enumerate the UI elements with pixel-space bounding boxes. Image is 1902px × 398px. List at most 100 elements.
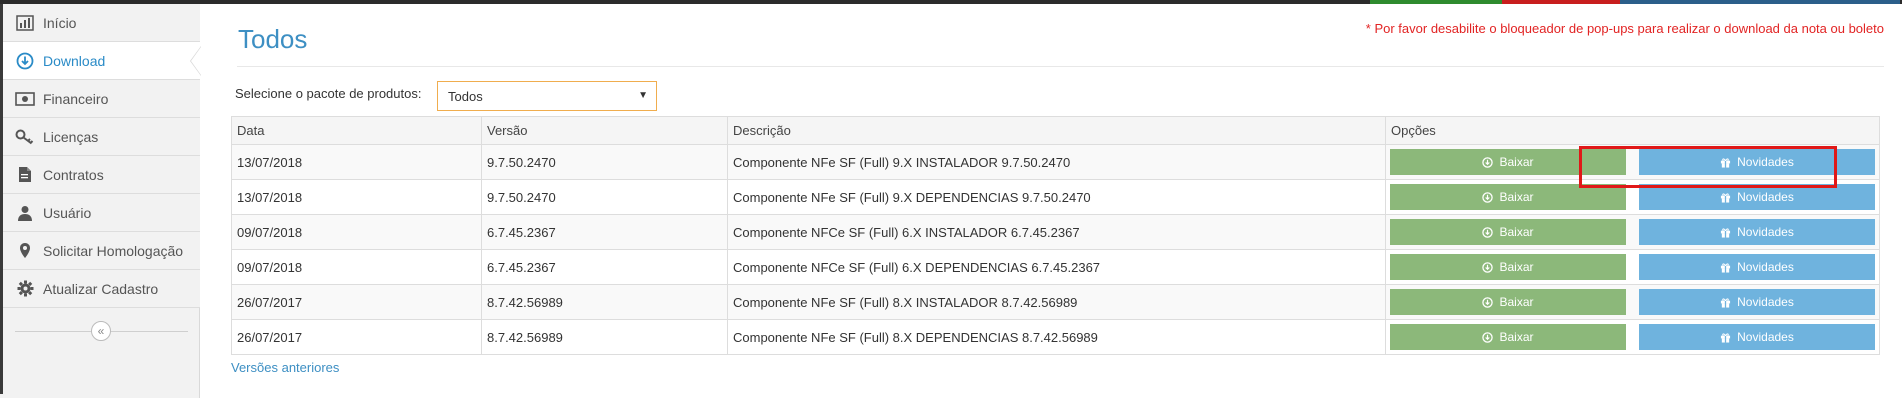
cell-data: 13/07/2018 [231,144,482,180]
gift-icon [1720,227,1731,238]
table-header-row: Data Versão Descrição Opções [231,116,1880,145]
table-row: 26/07/2017 8.7.42.56989 Componente NFe S… [231,284,1880,320]
novidades-button[interactable]: Novidades [1639,219,1875,245]
novidades-label: Novidades [1737,295,1794,309]
novidades-button[interactable]: Novidades [1639,289,1875,315]
gift-icon [1720,332,1731,343]
cell-opcoes: Baixar Novidades [1385,319,1880,355]
active-pointer-fill [191,47,201,75]
table-row: 13/07/2018 9.7.50.2470 Componente NFe SF… [231,179,1880,215]
sidebar-item-contratos[interactable]: Contratos [3,156,200,194]
cell-data: 09/07/2018 [231,249,482,285]
cell-descricao: Componente NFCe SF (Full) 6.X INSTALADOR… [727,214,1386,250]
baixar-button[interactable]: Baixar [1390,324,1626,350]
novidades-label: Novidades [1737,260,1794,274]
cell-versao: 9.7.50.2470 [481,179,728,215]
sidebar-collapse-row: « [3,316,200,348]
novidades-label: Novidades [1737,330,1794,344]
cell-versao: 6.7.45.2367 [481,249,728,285]
header-data: Data [231,116,482,145]
novidades-label: Novidades [1737,155,1794,169]
download-circle-icon [1482,156,1494,168]
sidebar: Início Download Financeiro Licenças Cont… [0,4,201,398]
cell-data: 26/07/2017 [231,319,482,355]
table-row: 26/07/2017 8.7.42.56989 Componente NFe S… [231,319,1880,355]
popup-warning: * Por favor desabilite o bloqueador de p… [1365,21,1884,36]
sidebar-item-financeiro[interactable]: Financeiro [3,80,200,118]
baixar-label: Baixar [1499,225,1534,239]
header-descricao: Descrição [727,116,1386,145]
table-row: 13/07/2018 9.7.50.2470 Componente NFe SF… [231,144,1880,180]
baixar-button[interactable]: Baixar [1390,289,1626,315]
cell-versao: 9.7.50.2470 [481,144,728,180]
cell-versao: 6.7.45.2367 [481,214,728,250]
novidades-button[interactable]: Novidades [1639,149,1875,175]
older-versions-link[interactable]: Versões anteriores [231,360,339,375]
baixar-label: Baixar [1499,155,1534,169]
sidebar-item-inicio[interactable]: Início [3,4,200,42]
cell-opcoes: Baixar Novidades [1385,144,1880,180]
sidebar-item-download[interactable]: Download [3,42,201,80]
document-icon [13,163,37,187]
key-icon [13,125,37,149]
cell-versao: 8.7.42.56989 [481,319,728,355]
cell-data: 09/07/2018 [231,214,482,250]
sidebar-item-label: Contratos [43,166,104,183]
sidebar-item-licencas[interactable]: Licenças [3,118,200,156]
cell-opcoes: Baixar Novidades [1385,249,1880,285]
header-opcoes: Opções [1385,116,1880,145]
baixar-button[interactable]: Baixar [1390,219,1626,245]
baixar-label: Baixar [1499,260,1534,274]
baixar-button[interactable]: Baixar [1390,149,1626,175]
sidebar-item-label: Início [43,14,77,31]
gift-icon [1720,297,1731,308]
cell-descricao: Componente NFe SF (Full) 8.X DEPENDENCIA… [727,319,1386,355]
gift-icon [1720,262,1731,273]
baixar-button[interactable]: Baixar [1390,254,1626,280]
map-marker-icon [13,239,37,263]
novidades-button[interactable]: Novidades [1639,184,1875,210]
sidebar-item-label: Solicitar Homologação [43,242,184,259]
novidades-button[interactable]: Novidades [1639,324,1875,350]
baixar-button[interactable]: Baixar [1390,184,1626,210]
cell-opcoes: Baixar Novidades [1385,179,1880,215]
divider [237,66,1884,67]
package-selected-value: Todos [448,88,483,104]
sidebar-item-label: Licenças [43,128,99,145]
sidebar-item-label: Financeiro [43,90,109,107]
download-circle-icon [1482,261,1494,273]
gear-icon [13,277,37,301]
novidades-label: Novidades [1737,190,1794,204]
download-circle-icon [1482,226,1494,238]
cell-data: 13/07/2018 [231,179,482,215]
sidebar-item-label: Download [43,52,106,69]
cell-descricao: Componente NFCe SF (Full) 6.X DEPENDENCI… [727,249,1386,285]
bar-chart-icon [13,11,37,35]
cell-opcoes: Baixar Novidades [1385,284,1880,320]
baixar-label: Baixar [1499,190,1534,204]
table-row: 09/07/2018 6.7.45.2367 Componente NFCe S… [231,214,1880,250]
cell-data: 26/07/2017 [231,284,482,320]
gift-icon [1720,157,1731,168]
cell-opcoes: Baixar Novidades [1385,214,1880,250]
cell-descricao: Componente NFe SF (Full) 9.X INSTALADOR … [727,144,1386,180]
novidades-button[interactable]: Novidades [1639,254,1875,280]
package-label: Selecione o pacote de produtos: [235,86,422,101]
download-circle-icon [1482,331,1494,343]
download-icon [13,49,37,73]
page-title: Todos [238,24,308,54]
main-content: Todos * Por favor desabilite o bloqueado… [201,4,1902,398]
gift-icon [1720,192,1731,203]
sidebar-item-label: Atualizar Cadastro [43,280,159,297]
cell-descricao: Componente NFe SF (Full) 8.X INSTALADOR … [727,284,1386,320]
sidebar-item-solicitar-homologacao[interactable]: Solicitar Homologação [3,232,200,270]
sidebar-item-usuario[interactable]: Usuário [3,194,200,232]
novidades-label: Novidades [1737,225,1794,239]
package-select[interactable]: Todos ▼ [437,81,657,111]
cell-versao: 8.7.42.56989 [481,284,728,320]
baixar-label: Baixar [1499,295,1534,309]
downloads-table: Data Versão Descrição Opções 13/07/2018 … [231,116,1880,355]
collapse-sidebar-button[interactable]: « [91,321,111,341]
sidebar-item-atualizar-cadastro[interactable]: Atualizar Cadastro [3,270,200,308]
user-icon [13,201,37,225]
